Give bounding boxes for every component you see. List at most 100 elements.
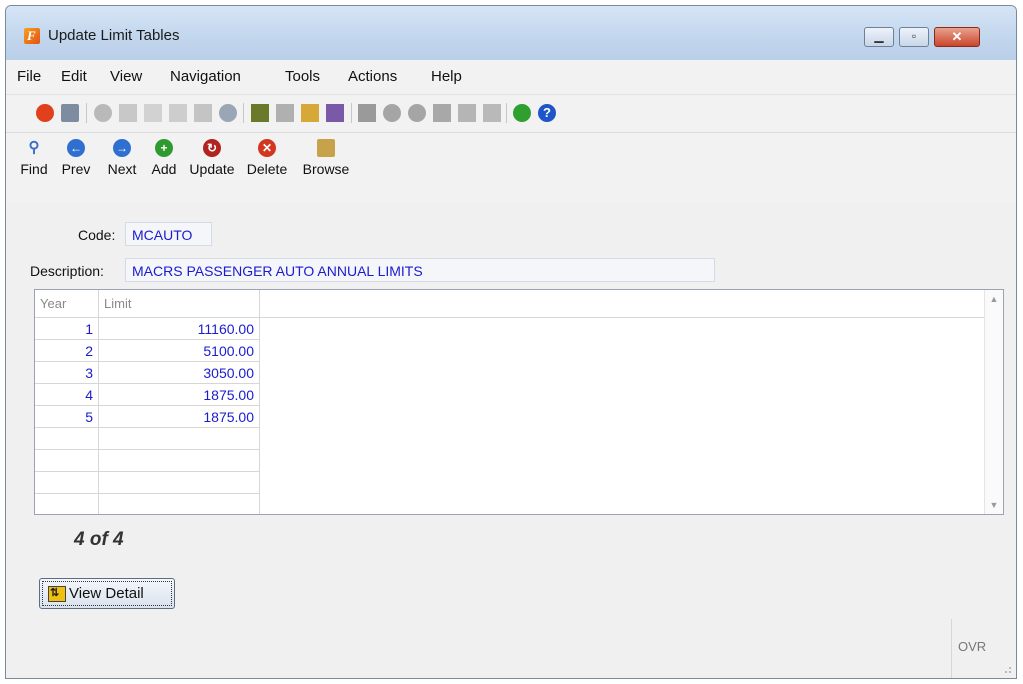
notes-icon[interactable] [301, 104, 319, 122]
scroll-down-icon[interactable]: ▼ [985, 500, 1003, 510]
move-down-icon[interactable] [383, 104, 401, 122]
table-row[interactable]: 3 3050.00 [35, 362, 263, 384]
arrow-left-circle-icon: ← [67, 139, 85, 157]
folder-icon [317, 139, 335, 157]
table-row[interactable] [35, 472, 263, 494]
attachment-icon[interactable] [276, 104, 294, 122]
find-label: Find [20, 161, 48, 177]
next-label: Next [107, 161, 137, 177]
go-icon[interactable] [513, 104, 531, 122]
limit-cell[interactable]: 5100.00 [99, 340, 260, 362]
year-cell[interactable] [35, 428, 99, 450]
limit-cell[interactable]: 1875.00 [99, 406, 260, 428]
delete-button[interactable]: ✕ Delete [242, 139, 292, 177]
year-cell[interactable]: 1 [35, 318, 99, 340]
menu-tools[interactable]: Tools [285, 68, 320, 85]
maximize-button[interactable]: ▫ [899, 27, 929, 47]
maximize-icon: ▫ [911, 29, 917, 43]
year-cell[interactable]: 2 [35, 340, 99, 362]
table-row[interactable]: 2 5100.00 [35, 340, 263, 362]
ovr-indicator: OVR [958, 639, 987, 654]
table-row[interactable] [35, 450, 263, 472]
year-cell[interactable] [35, 494, 99, 514]
vertical-scrollbar[interactable]: ▲ ▼ [984, 290, 1003, 514]
calendar-icon[interactable] [251, 104, 269, 122]
table-row[interactable]: 5 1875.00 [35, 406, 263, 428]
minimize-button[interactable]: ▁ [864, 27, 894, 47]
menu-bar: File Edit View Navigation Tools Actions … [6, 60, 1016, 94]
description-field[interactable]: MACRS PASSENGER AUTO ANNUAL LIMITS [125, 258, 715, 282]
app-window: F Update Limit Tables ▁ ▫ ✕ File Edit Vi… [5, 5, 1017, 679]
delete-label: Delete [246, 161, 288, 177]
limit-cell[interactable]: 3050.00 [99, 362, 260, 384]
window-title: Update Limit Tables [48, 27, 180, 44]
refresh-circle-icon: ↻ [203, 139, 221, 157]
export-icon[interactable] [458, 104, 476, 122]
update-button[interactable]: ↻ Update [186, 139, 238, 177]
schedule-icon[interactable] [326, 104, 344, 122]
title-bar[interactable]: F Update Limit Tables ▁ ▫ ✕ [6, 6, 1016, 60]
code-label: Code: [78, 227, 116, 243]
close-button[interactable]: ✕ [934, 27, 980, 47]
limit-cell[interactable]: 1875.00 [99, 384, 260, 406]
menu-navigation[interactable]: Navigation [170, 68, 241, 85]
table-row[interactable]: 1 11160.00 [35, 318, 263, 340]
toolbar-separator [506, 103, 507, 123]
import-icon[interactable] [433, 104, 451, 122]
table-row[interactable]: 4 1875.00 [35, 384, 263, 406]
print-icon[interactable] [61, 104, 79, 122]
check-icon[interactable] [94, 104, 112, 122]
year-cell[interactable] [35, 472, 99, 494]
find-button[interactable]: ⚲ Find [14, 139, 54, 177]
menu-edit[interactable]: Edit [61, 68, 87, 85]
search-icon[interactable] [219, 104, 237, 122]
cancel-icon[interactable] [119, 104, 137, 122]
table-row[interactable] [35, 494, 263, 514]
power-icon[interactable] [36, 104, 54, 122]
paste-icon[interactable] [169, 104, 187, 122]
browse-button[interactable]: Browse [296, 139, 356, 177]
resize-grip-icon[interactable] [1002, 664, 1012, 674]
limits-grid[interactable]: Year Limit 1 11160.00 2 5100.00 3 3050.0… [34, 289, 1004, 515]
select-all-icon[interactable] [194, 104, 212, 122]
view-detail-label: View Detail [69, 585, 144, 602]
standard-toolbar: ? [6, 94, 1016, 131]
sort-icon[interactable] [358, 104, 376, 122]
copy-icon[interactable] [144, 104, 162, 122]
year-cell[interactable]: 3 [35, 362, 99, 384]
report-icon[interactable] [483, 104, 501, 122]
year-cell[interactable] [35, 450, 99, 472]
close-icon: ✕ [951, 29, 963, 44]
menu-file[interactable]: File [17, 68, 41, 85]
column-header-limit[interactable]: Limit [99, 290, 260, 317]
add-button[interactable]: + Add [144, 139, 184, 177]
move-up-icon[interactable] [408, 104, 426, 122]
scroll-up-icon[interactable]: ▲ [985, 294, 1003, 304]
menu-help[interactable]: Help [431, 68, 462, 85]
prev-button[interactable]: ← Prev [56, 139, 96, 177]
x-circle-icon: ✕ [258, 139, 276, 157]
help-icon[interactable]: ? [538, 104, 556, 122]
limit-cell[interactable] [99, 428, 260, 450]
column-header-year[interactable]: Year [35, 290, 99, 317]
record-count: 4 of 4 [74, 529, 124, 550]
magnifier-icon: ⚲ [28, 139, 40, 156]
limit-cell[interactable] [99, 450, 260, 472]
limit-cell[interactable] [99, 472, 260, 494]
limit-cell[interactable] [99, 494, 260, 514]
prev-label: Prev [61, 161, 91, 177]
limit-cell[interactable]: 11160.00 [99, 318, 260, 340]
update-label: Update [189, 161, 235, 177]
table-row[interactable] [35, 428, 263, 450]
code-field[interactable]: MCAUTO [125, 222, 212, 246]
view-detail-icon: ⇅ [48, 586, 66, 602]
year-cell[interactable]: 4 [35, 384, 99, 406]
menu-view[interactable]: View [110, 68, 142, 85]
view-detail-button[interactable]: ⇅ View Detail [39, 578, 175, 609]
description-label: Description: [30, 263, 104, 279]
app-logo-icon: F [24, 28, 40, 44]
next-button[interactable]: → Next [100, 139, 144, 177]
add-label: Add [151, 161, 177, 177]
year-cell[interactable]: 5 [35, 406, 99, 428]
menu-actions[interactable]: Actions [348, 68, 397, 85]
